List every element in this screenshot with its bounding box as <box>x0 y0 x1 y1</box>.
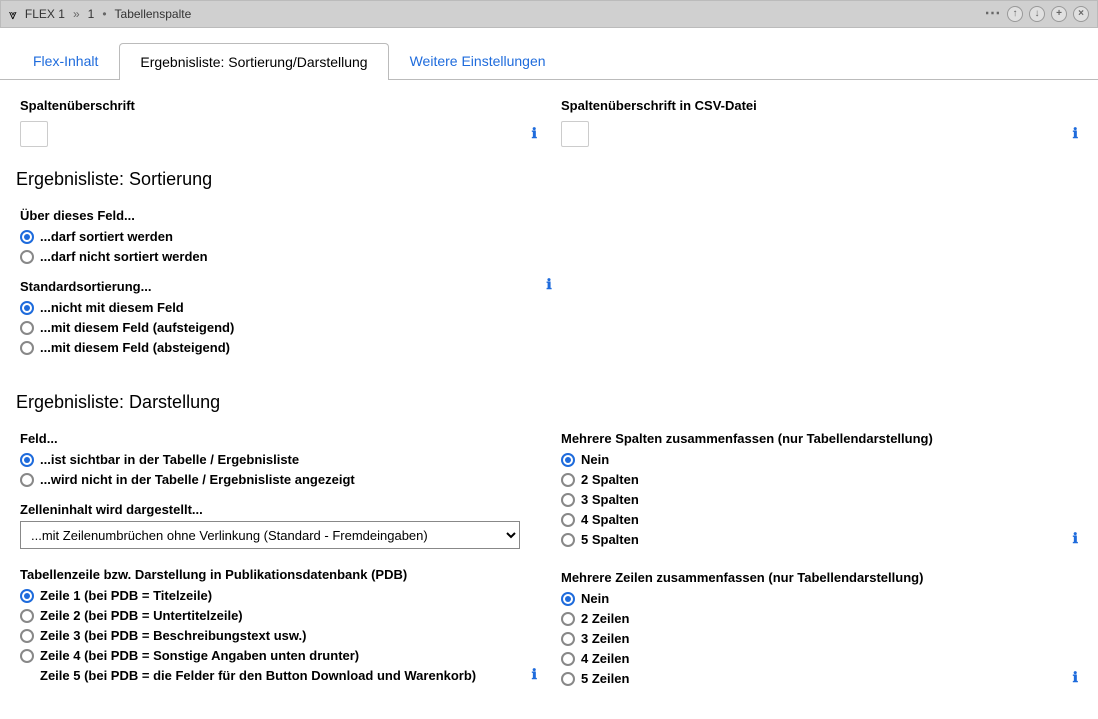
label-sort-field: Über dieses Feld... <box>20 208 538 223</box>
info-icon[interactable] <box>532 126 537 143</box>
radio-default-sort-asc[interactable]: ...mit diesem Feld (aufsteigend) <box>20 318 538 338</box>
radio-cols-2[interactable]: 2 Spalten <box>561 470 1065 490</box>
breadcrumb-3: Tabellenspalte <box>115 7 192 21</box>
radio-rows-3[interactable]: 3 Zeilen <box>561 629 1065 649</box>
radio-pdb-row-1[interactable]: Zeile 1 (bei PDB = Titelzeile) <box>20 586 524 606</box>
info-icon[interactable] <box>1073 670 1078 687</box>
label-merge-cols: Mehrere Spalten zusammenfassen (nur Tabe… <box>561 431 1065 446</box>
move-up-icon[interactable]: ↑ <box>1007 6 1023 22</box>
titlebar-actions: ⋯ ↑ ↓ + × <box>985 6 1089 22</box>
breadcrumb-1: FLEX 1 <box>25 7 65 21</box>
move-down-icon[interactable]: ↓ <box>1029 6 1045 22</box>
label-merge-rows: Mehrere Zeilen zusammenfassen (nur Tabel… <box>561 570 1065 585</box>
label-cell-display: Zelleninhalt wird dargestellt... <box>20 502 537 517</box>
breadcrumb-sep-2: • <box>102 7 106 21</box>
radio-pdb-row-2[interactable]: Zeile 2 (bei PDB = Untertitelzeile) <box>20 606 524 626</box>
section-sorting: Ergebnisliste: Sortierung <box>16 169 1078 190</box>
info-icon[interactable] <box>1073 531 1078 548</box>
radio-rows-none[interactable]: Nein <box>561 589 1065 609</box>
radio-rows-5[interactable]: 5 Zeilen <box>561 669 1065 689</box>
tab-result-sort-display[interactable]: Ergebnisliste: Sortierung/Darstellung <box>119 43 388 80</box>
close-icon[interactable]: × <box>1073 6 1089 22</box>
label-pdb-row: Tabellenzeile bzw. Darstellung in Publik… <box>20 567 524 582</box>
radio-sort-not-allowed[interactable]: ...darf nicht sortiert werden <box>20 247 538 267</box>
radio-field-hidden[interactable]: ...wird nicht in der Tabelle / Ergebnisl… <box>20 470 537 490</box>
radio-default-sort-none[interactable]: ...nicht mit diesem Feld <box>20 298 538 318</box>
breadcrumb-sep-1: » <box>73 7 80 21</box>
input-column-header[interactable] <box>20 121 48 147</box>
tab-more-settings[interactable]: Weitere Einstellungen <box>389 42 567 79</box>
titlebar: ⩔ FLEX 1 » 1 • Tabellenspalte ⋯ ↑ ↓ + × <box>0 0 1098 28</box>
more-icon[interactable]: ⋯ <box>985 6 1001 22</box>
radio-rows-2[interactable]: 2 Zeilen <box>561 609 1065 629</box>
radio-cols-none[interactable]: Nein <box>561 450 1065 470</box>
label-column-header: Spaltenüberschrift <box>20 98 537 113</box>
info-icon[interactable] <box>1073 126 1078 143</box>
radio-field-visible[interactable]: ...ist sichtbar in der Tabelle / Ergebni… <box>20 450 537 470</box>
radio-cols-3[interactable]: 3 Spalten <box>561 490 1065 510</box>
select-cell-display[interactable]: ...mit Zeilenumbrüchen ohne Verlinkung (… <box>20 521 520 549</box>
breadcrumb-2: 1 <box>88 7 95 21</box>
tabs: Flex-Inhalt Ergebnisliste: Sortierung/Da… <box>0 28 1098 80</box>
radio-pdb-row-3[interactable]: Zeile 3 (bei PDB = Beschreibungstext usw… <box>20 626 524 646</box>
collapse-icon[interactable]: ⩔ <box>9 6 17 23</box>
tab-flex-content[interactable]: Flex-Inhalt <box>12 42 119 79</box>
section-display: Ergebnisliste: Darstellung <box>16 392 1078 413</box>
add-icon[interactable]: + <box>1051 6 1067 22</box>
label-default-sort: Standardsortierung... <box>20 279 538 294</box>
radio-pdb-row-5[interactable]: Zeile 5 (bei PDB = die Felder für den Bu… <box>20 666 524 686</box>
info-icon[interactable] <box>546 277 551 294</box>
radio-cols-5[interactable]: 5 Spalten <box>561 530 1065 550</box>
info-icon[interactable] <box>532 667 537 684</box>
radio-sort-allowed[interactable]: ...darf sortiert werden <box>20 227 538 247</box>
radio-rows-4[interactable]: 4 Zeilen <box>561 649 1065 669</box>
radio-default-sort-desc[interactable]: ...mit diesem Feld (absteigend) <box>20 338 538 358</box>
label-column-header-csv: Spaltenüberschrift in CSV-Datei <box>561 98 1078 113</box>
input-column-header-csv[interactable] <box>561 121 589 147</box>
label-field-visibility: Feld... <box>20 431 537 446</box>
radio-pdb-row-4[interactable]: Zeile 4 (bei PDB = Sonstige Angaben unte… <box>20 646 524 666</box>
radio-cols-4[interactable]: 4 Spalten <box>561 510 1065 530</box>
